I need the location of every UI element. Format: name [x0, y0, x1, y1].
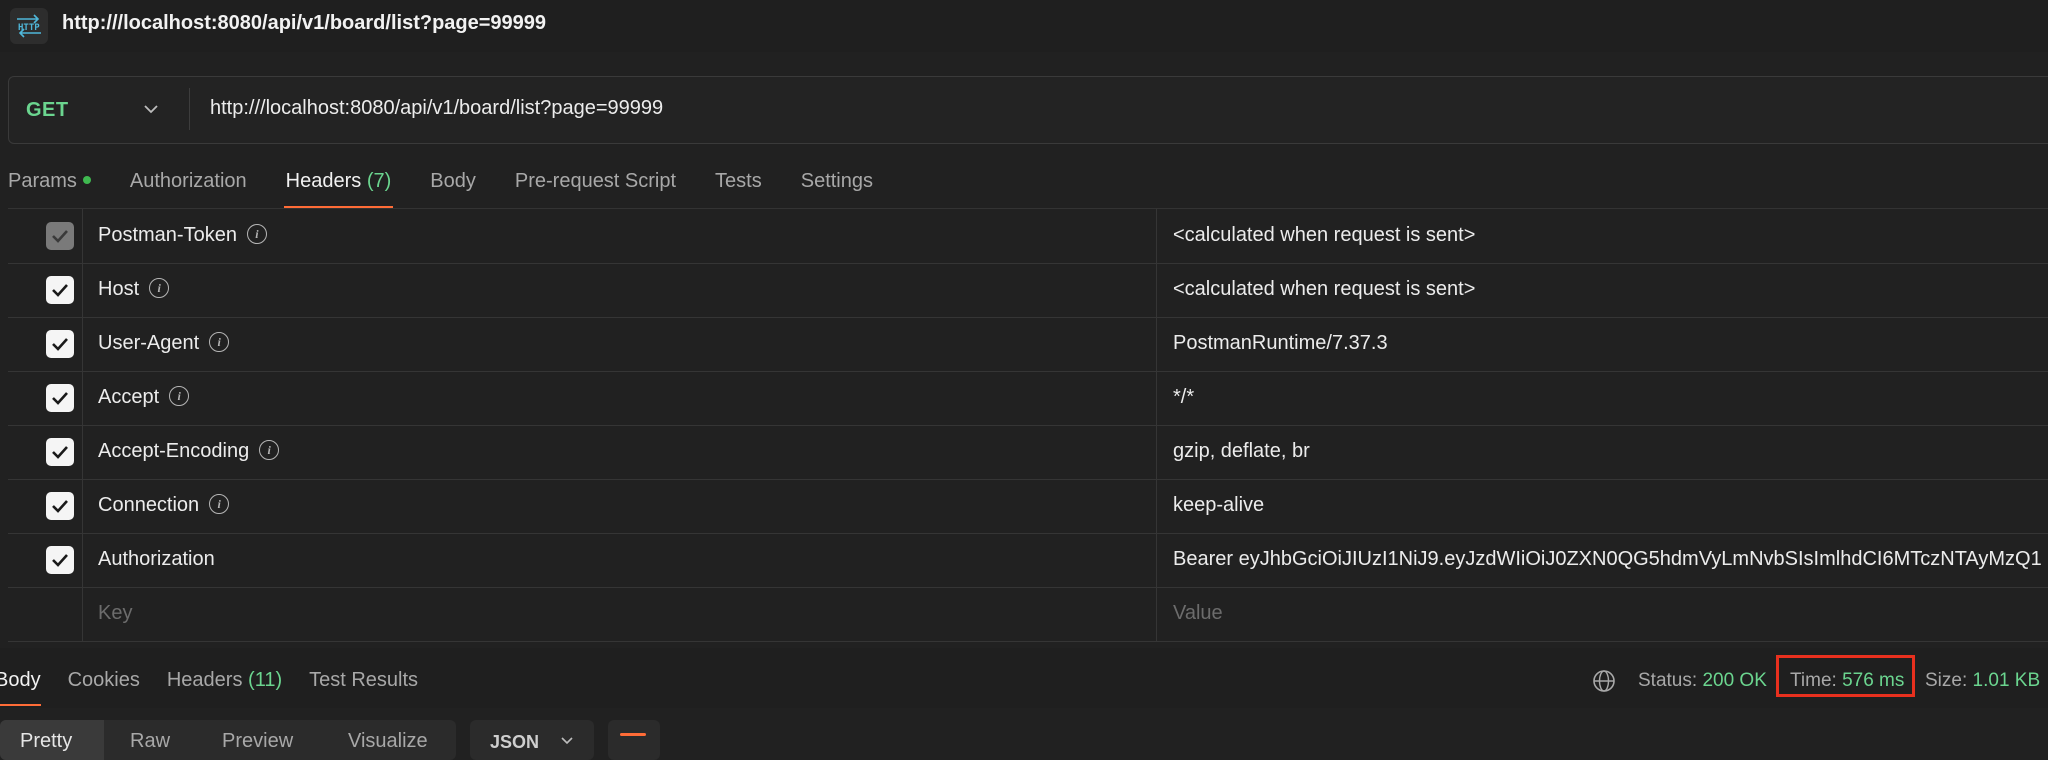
response-time[interactable]: Time: 576 ms [1790, 670, 1904, 692]
header-key-label: Authorization [98, 548, 215, 570]
info-icon[interactable]: i [246, 223, 267, 244]
headers-count: (7) [366, 170, 392, 192]
header-key[interactable]: Connection i [98, 493, 230, 517]
tab-params-label: Params [8, 170, 77, 192]
response-status[interactable]: Status: 200 OK [1638, 670, 1767, 692]
checkbox[interactable] [46, 276, 74, 304]
header-key[interactable]: Accept-Encoding i [98, 439, 280, 463]
url-input[interactable]: http:///localhost:8080/api/v1/board/list… [210, 97, 663, 120]
checkbox[interactable] [46, 384, 74, 412]
header-key-label: Accept [98, 386, 160, 408]
url-separator [189, 88, 190, 130]
tab-tests[interactable]: Tests [715, 166, 762, 193]
header-key-label: Accept-Encoding [98, 440, 250, 462]
view-raw[interactable]: Raw [130, 730, 170, 753]
svg-text:HTTP: HTTP [18, 23, 40, 33]
table-row: User-Agent i PostmanRuntime/7.37.3 [8, 317, 2048, 372]
header-key[interactable]: Accept i [98, 385, 190, 409]
header-value[interactable]: */* [1173, 386, 1194, 409]
headers-table: Postman-Token i <calculated when request … [8, 208, 2048, 642]
checkmark-icon [52, 230, 68, 243]
header-value[interactable]: keep-alive [1173, 494, 1264, 517]
tab-headers-label: Headers [285, 170, 362, 192]
checkmark-icon [52, 446, 68, 459]
time-label: Time: [1790, 670, 1837, 691]
checkbox[interactable] [46, 438, 74, 466]
checkmark-icon [52, 392, 68, 405]
header-value[interactable]: <calculated when request is sent> [1173, 224, 1475, 247]
tab-params[interactable]: Params [8, 166, 91, 193]
new-header-row: Key Value [8, 587, 2048, 642]
header-key[interactable]: Host i [98, 277, 170, 301]
checkmark-icon [52, 500, 68, 513]
table-row: Accept-Encoding i gzip, deflate, br [8, 425, 2048, 480]
response-size[interactable]: Size: 1.01 KB [1925, 670, 2040, 692]
view-pretty[interactable]: Pretty [20, 730, 72, 753]
method-select[interactable]: GET [26, 99, 69, 122]
info-icon[interactable]: i [209, 331, 230, 352]
chevron-down-icon [561, 737, 573, 745]
tab-response-headers[interactable]: Headers (11) [167, 669, 282, 692]
view-preview[interactable]: Preview [222, 730, 293, 753]
info-icon[interactable]: i [169, 385, 190, 406]
tab-prerequest-script[interactable]: Pre-request Script [515, 166, 676, 193]
table-row: Accept i */* [8, 371, 2048, 426]
tab-response-headers-label: Headers [166, 669, 243, 691]
wrap-lines-button[interactable] [608, 720, 660, 760]
header-key-label: Postman-Token [98, 224, 237, 246]
request-title[interactable]: http:///localhost:8080/api/v1/board/list… [62, 12, 546, 35]
size-value: 1.01 KB [1972, 670, 2041, 691]
tab-response-body[interactable]: Body [0, 669, 41, 706]
tab-settings[interactable]: Settings [801, 166, 873, 193]
header-value[interactable]: <calculated when request is sent> [1173, 278, 1475, 301]
checkbox [46, 222, 74, 250]
table-row: Authorization Bearer eyJhbGciOiJIUzI1NiJ… [8, 533, 2048, 588]
request-tabs: Params Authorization Headers (7) Body Pr… [8, 166, 912, 210]
checkmark-icon [52, 284, 68, 297]
chevron-down-icon[interactable] [142, 100, 160, 118]
status-label: Status: [1638, 670, 1698, 691]
header-value[interactable]: PostmanRuntime/7.37.3 [1173, 332, 1388, 355]
header-key-label: Connection [98, 494, 200, 516]
tab-authorization[interactable]: Authorization [130, 166, 247, 193]
header-key-label: Host [98, 278, 140, 300]
globe-icon[interactable] [1592, 669, 1616, 693]
response-tabs: Body Cookies Headers (11) Test Results [0, 669, 445, 706]
checkmark-icon [52, 554, 68, 567]
info-icon[interactable]: i [209, 493, 230, 514]
checkbox[interactable] [46, 546, 74, 574]
wrap-lines-icon [620, 733, 646, 736]
table-row: Postman-Token i <calculated when request … [8, 209, 2048, 264]
table-row: Connection i keep-alive [8, 479, 2048, 534]
params-indicator-dot [82, 175, 91, 184]
time-value: 576 ms [1842, 670, 1905, 691]
tab-headers[interactable]: Headers (7) [283, 166, 393, 208]
table-row: Host i <calculated when request is sent> [8, 263, 2048, 318]
status-value: 200 OK [1702, 670, 1767, 691]
info-icon[interactable]: i [149, 277, 170, 298]
info-icon[interactable]: i [259, 439, 280, 460]
header-key[interactable]: Authorization [98, 548, 215, 571]
new-header-key-input[interactable]: Key [98, 602, 132, 625]
header-value[interactable]: Bearer eyJhbGciOiJIUzI1NiJ9.eyJzdWIiOiJ0… [1173, 548, 2042, 571]
header-value[interactable]: gzip, deflate, br [1173, 440, 1310, 463]
checkbox[interactable] [46, 492, 74, 520]
tab-cookies[interactable]: Cookies [68, 669, 140, 692]
response-headers-count: (11) [248, 669, 283, 691]
checkmark-icon [52, 338, 68, 351]
tab-test-results[interactable]: Test Results [309, 669, 418, 692]
header-key[interactable]: Postman-Token i [98, 223, 267, 247]
checkbox[interactable] [46, 330, 74, 358]
header-key[interactable]: User-Agent i [98, 331, 230, 355]
new-header-value-input[interactable]: Value [1173, 602, 1223, 625]
tab-body[interactable]: Body [430, 166, 476, 193]
http-icon: HTTP [10, 8, 48, 44]
view-visualize[interactable]: Visualize [348, 730, 428, 753]
size-label: Size: [1925, 670, 1968, 691]
header-key-label: User-Agent [98, 332, 200, 354]
